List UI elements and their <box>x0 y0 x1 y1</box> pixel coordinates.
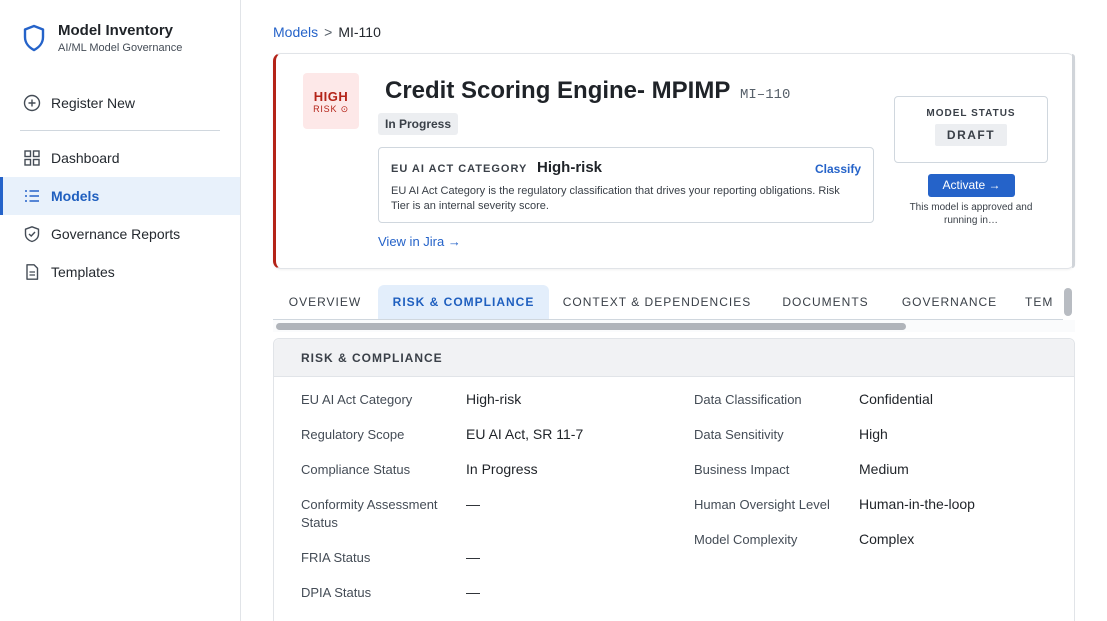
sidebar-item-templates[interactable]: Templates <box>0 253 240 291</box>
register-new-button[interactable]: Register New <box>0 84 240 122</box>
brand: Model Inventory AI/ML Model Governance <box>22 22 182 54</box>
field-label: Conformity Assessment Status <box>301 497 438 530</box>
model-status-label: MODEL STATUS <box>926 108 1016 119</box>
field-label: Regulatory Scope <box>301 427 405 442</box>
sidebar-item-label: Models <box>51 188 100 204</box>
sidebar-item-dashboard[interactable]: Dashboard <box>0 139 240 177</box>
field-value: EU AI Act, SR 11-7 <box>466 426 584 442</box>
register-new-label: Register New <box>51 95 136 111</box>
app-root: Model Inventory AI/ML Model Governance R… <box>0 0 1107 621</box>
tab-risk-compliance[interactable]: RISK & COMPLIANCE <box>378 285 549 319</box>
field-value: Medium <box>859 461 909 477</box>
sidebar-item-label: Dashboard <box>51 150 120 166</box>
tab-documents[interactable]: DOCUMENTS <box>773 285 878 319</box>
model-status-value: DRAFT <box>934 124 1008 146</box>
field-value: — <box>466 496 480 512</box>
field-label: Data Classification <box>694 392 802 407</box>
eu-ai-act-value: High-risk <box>537 159 603 176</box>
tabs-horizontal-scrollbar[interactable] <box>276 323 906 330</box>
model-header-card: HIGH RISK ⊙ Credit Scoring Engine- MPIMP… <box>273 53 1075 269</box>
breadcrumb: Models > MI-110 <box>273 24 381 40</box>
tab-overview[interactable]: OVERVIEW <box>273 285 377 319</box>
field-label: DPIA Status <box>301 585 372 600</box>
risk-compliance-section: RISK & COMPLIANCE EU AI Act Category Hig… <box>273 338 1075 621</box>
tab-templates-truncated[interactable]: TEM <box>1025 285 1063 319</box>
eu-ai-act-panel: EU AI ACT CATEGORY High-risk Classify EU… <box>378 147 874 223</box>
activate-button[interactable]: Activate → <box>928 174 1015 197</box>
model-status-box: MODEL STATUS DRAFT <box>894 96 1048 163</box>
nav-divider <box>20 130 220 131</box>
model-id: MI–110 <box>740 87 791 103</box>
risk-badge-sub: RISK ⊙ <box>303 104 359 115</box>
shield-logo-icon <box>23 24 45 52</box>
grid-icon <box>23 149 41 167</box>
tab-governance[interactable]: GOVERNANCE <box>893 285 1006 319</box>
sidebar-item-label: Governance Reports <box>51 226 181 242</box>
field-value: Confidential <box>859 391 933 407</box>
list-icon <box>23 187 41 205</box>
section-title: RISK & COMPLIANCE <box>274 339 1074 377</box>
breadcrumb-separator: > <box>324 24 333 40</box>
view-in-jira-link[interactable]: View in Jira → <box>378 234 461 249</box>
field-label: Data Sensitivity <box>694 427 784 442</box>
sidebar-item-label: Templates <box>51 264 115 280</box>
model-title: Credit Scoring Engine- MPIMP <box>385 77 731 104</box>
field-label: FRIA Status <box>301 550 371 565</box>
field-label: Model Complexity <box>694 532 798 547</box>
field-value: In Progress <box>466 461 538 477</box>
eu-ai-act-description: EU AI Act Category is the regulatory cla… <box>391 185 840 212</box>
field-value: Complex <box>859 531 915 547</box>
field-label: Compliance Status <box>301 462 411 477</box>
sidebar-item-governance-reports[interactable]: Governance Reports <box>0 215 240 253</box>
field-value: Human-in-the-loop <box>859 496 975 512</box>
document-icon <box>23 263 41 281</box>
classify-link[interactable]: Classify <box>815 162 861 176</box>
risk-badge-sub-text: RISK <box>313 104 338 114</box>
breadcrumb-models-link[interactable]: Models <box>273 24 318 40</box>
field-label: EU AI Act Category <box>301 392 413 407</box>
tabs-vertical-scrollbar[interactable] <box>1064 288 1072 316</box>
field-value: High-risk <box>466 391 522 407</box>
brand-title: Model Inventory <box>58 22 174 39</box>
sidebar-item-models[interactable]: Models <box>0 177 240 215</box>
plus-circle-icon <box>23 94 41 112</box>
eu-ai-act-label: EU AI ACT CATEGORY <box>391 163 528 175</box>
warning-circle-icon: ⊙ <box>340 104 349 114</box>
brand-subtitle: AI/ML Model Governance <box>58 42 183 54</box>
field-value: — <box>466 584 480 600</box>
shield-check-icon <box>23 225 41 243</box>
risk-badge-level: HIGH <box>313 89 349 104</box>
progress-status-pill: In Progress <box>378 113 459 135</box>
sidebar: Model Inventory AI/ML Model Governance R… <box>0 0 241 621</box>
risk-badge: HIGH RISK ⊙ <box>303 73 359 129</box>
field-value: — <box>466 549 480 565</box>
breadcrumb-current: MI-110 <box>338 24 381 40</box>
activate-note: This model is approved and running in… <box>909 202 1033 226</box>
field-value: High <box>859 426 888 442</box>
tab-context-dependencies[interactable]: CONTEXT & DEPENDENCIES <box>557 285 757 319</box>
field-label: Human Oversight Level <box>694 497 830 512</box>
field-label: Business Impact <box>694 462 790 477</box>
tab-bar: OVERVIEW RISK & COMPLIANCE CONTEXT & DEP… <box>273 285 1063 320</box>
